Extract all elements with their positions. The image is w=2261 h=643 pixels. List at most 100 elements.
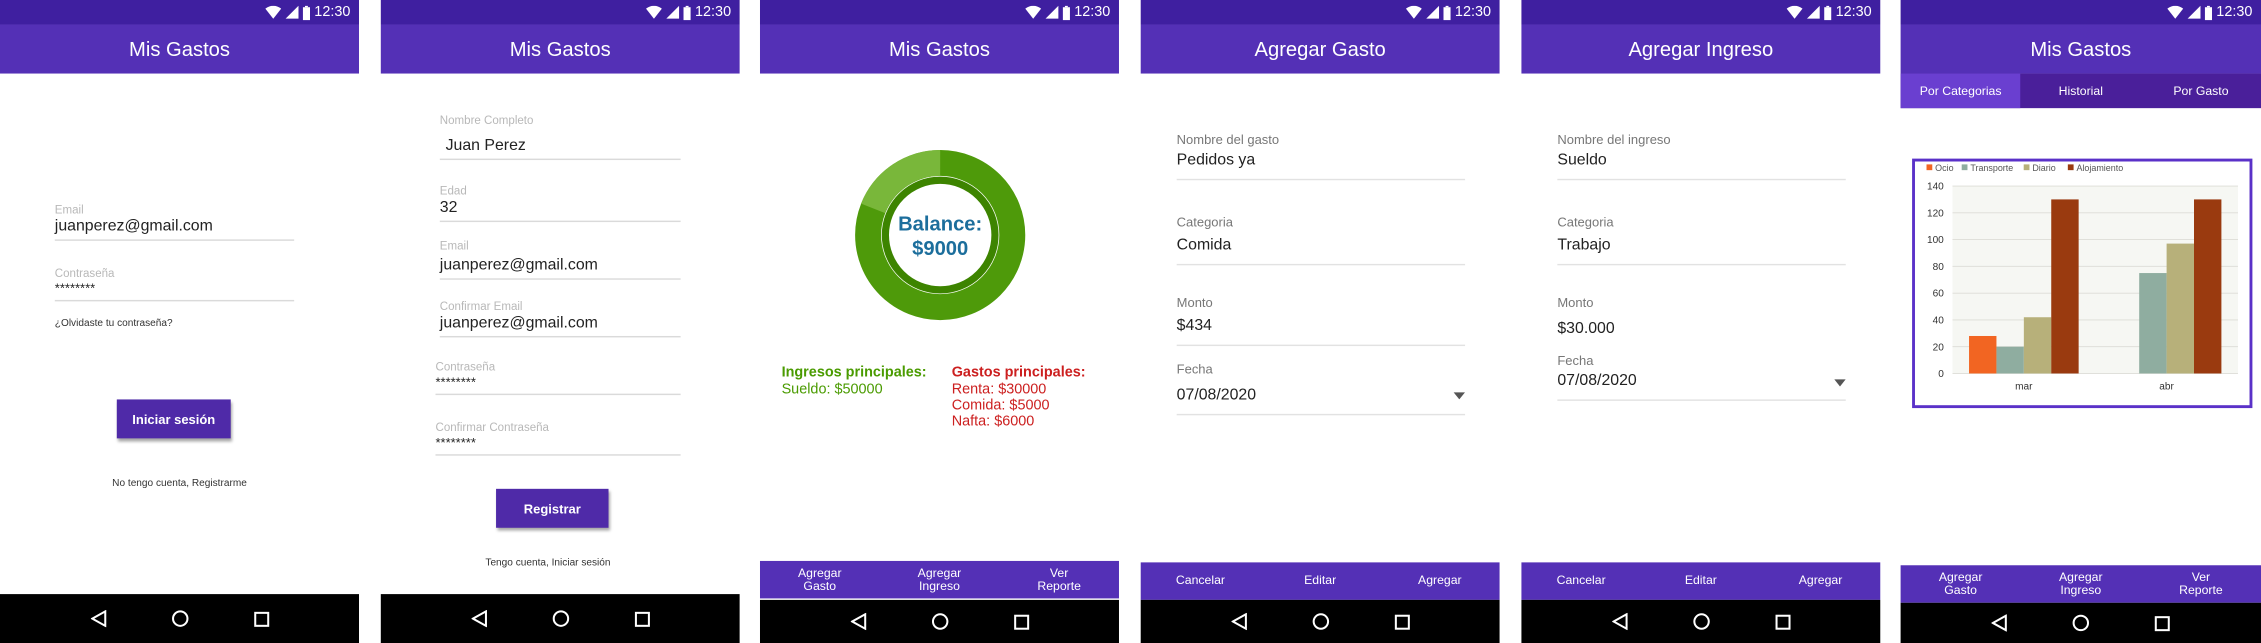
app-bar-title: Agregar Ingreso xyxy=(1521,24,1881,74)
income-name-field[interactable]: Nombre del ingreso Sueldo xyxy=(1557,133,1846,181)
recents-icon[interactable] xyxy=(1013,614,1029,630)
dropdown-arrow-icon[interactable] xyxy=(1834,379,1846,387)
status-bar: 12:30 xyxy=(1521,0,1881,25)
y-tick-label: 140 xyxy=(1927,182,1944,193)
edit-button[interactable]: Editar xyxy=(1642,574,1760,588)
signal-icon xyxy=(1426,5,1440,19)
register-link[interactable]: No tengo cuenta, Registrarme xyxy=(0,479,359,489)
name-field[interactable]: Nombre Completo Juan Perez xyxy=(439,114,681,161)
legend-swatch xyxy=(2067,164,2074,171)
age-field[interactable]: Edad 32 xyxy=(439,185,681,223)
back-icon[interactable] xyxy=(90,609,106,628)
email-value[interactable]: juanperez@gmail.com xyxy=(440,257,681,274)
app-bar-title: Mis Gastos xyxy=(759,24,1119,74)
back-icon[interactable] xyxy=(850,612,866,631)
password-field[interactable]: Contraseña ******** xyxy=(54,267,295,302)
field-underline xyxy=(1176,344,1466,347)
date-value[interactable]: 07/08/2020 xyxy=(1177,386,1465,403)
register-button[interactable]: Registrar xyxy=(496,488,609,528)
cancel-button[interactable]: Cancelar xyxy=(1141,574,1259,588)
view-report-button[interactable]: Ver Reporte xyxy=(1000,565,1118,593)
legend-swatch xyxy=(2023,164,2030,171)
home-icon[interactable] xyxy=(2072,614,2090,632)
home-icon[interactable] xyxy=(1692,613,1710,630)
navigation-bar xyxy=(759,599,1119,643)
email-field[interactable]: Email juanperez@gmail.com xyxy=(439,239,681,280)
tab-por-gasto[interactable]: Por Gasto xyxy=(2141,74,2261,109)
recents-icon[interactable] xyxy=(1394,614,1410,630)
tab-por-categorias[interactable]: Por Categorias xyxy=(1900,73,2021,109)
age-value[interactable]: 32 xyxy=(440,199,681,216)
income-name-value[interactable]: Sueldo xyxy=(1557,151,1845,168)
expense-item: Comida: $5000 xyxy=(951,397,1050,414)
y-tick-label: 100 xyxy=(1927,235,1944,246)
amount-value[interactable]: $30.000 xyxy=(1557,320,1845,337)
expense-name-value[interactable]: Pedidos ya xyxy=(1177,151,1465,168)
donut-ring-light xyxy=(861,149,941,214)
app-bar-title: Agregar Gasto xyxy=(1140,24,1500,74)
password-field[interactable]: Contraseña ******** xyxy=(435,361,681,396)
add-expense-button[interactable]: Agregar Gasto xyxy=(1901,569,2020,597)
amount-field[interactable]: Monto $434 xyxy=(1176,296,1466,347)
status-bar: 12:30 xyxy=(380,0,740,25)
y-tick-label: 80 xyxy=(1933,262,1945,273)
expense-item: Nafta: $6000 xyxy=(951,413,1035,430)
amount-field[interactable]: Monto $30.000 xyxy=(1557,296,1845,338)
login-link[interactable]: Tengo cuenta, Iniciar sesión xyxy=(381,558,716,568)
recents-icon[interactable] xyxy=(2155,615,2171,631)
status-time: 12:30 xyxy=(1835,4,1872,21)
bar xyxy=(2051,199,2079,374)
recents-icon[interactable] xyxy=(253,611,269,627)
expense-name-field[interactable]: Nombre del gasto Pedidos ya xyxy=(1176,133,1466,181)
forgot-password-link[interactable]: ¿Olvidaste tu contraseña? xyxy=(55,319,173,329)
home-icon[interactable] xyxy=(551,610,569,627)
recents-icon[interactable] xyxy=(634,611,650,627)
category-value[interactable]: Comida xyxy=(1177,236,1465,253)
password-value[interactable]: ******** xyxy=(435,375,680,389)
back-icon[interactable] xyxy=(1990,614,2007,632)
confirm-password-underline xyxy=(435,454,681,456)
email-label: Email xyxy=(54,203,84,217)
signal-icon xyxy=(285,5,299,19)
home-icon[interactable] xyxy=(1311,613,1329,630)
add-income-button[interactable]: Agregar Ingreso xyxy=(880,565,998,593)
password-value[interactable]: ******** xyxy=(55,281,294,295)
edit-button[interactable]: Editar xyxy=(1261,574,1379,588)
home-icon[interactable] xyxy=(171,610,188,627)
name-value[interactable]: Juan Perez xyxy=(440,137,681,154)
field-underline xyxy=(1176,178,1466,181)
email-value[interactable]: juanperez@gmail.com xyxy=(55,218,294,235)
add-income-button[interactable]: Agregar Ingreso xyxy=(2021,569,2140,597)
add-button[interactable]: Agregar xyxy=(1761,574,1879,588)
add-expense-button[interactable]: Agregar Gasto xyxy=(761,565,879,593)
chart-frame: 0 20 40 60 80 100 120 140 Ocio Transporte Diario Al… xyxy=(1912,158,2253,409)
tab-historial[interactable]: Historial xyxy=(2021,74,2141,109)
login-button[interactable]: Iniciar sesión xyxy=(116,399,231,439)
confirm-email-value[interactable]: juanperez@gmail.com xyxy=(440,314,681,331)
date-select[interactable]: Fecha 07/08/2020 xyxy=(1557,353,1846,401)
amount-value[interactable]: $434 xyxy=(1177,317,1465,334)
date-select[interactable]: Fecha 07/08/2020 xyxy=(1176,362,1466,416)
recents-icon[interactable] xyxy=(1774,614,1790,630)
password-underline xyxy=(435,393,681,396)
category-field[interactable]: Categoria Trabajo xyxy=(1557,215,1846,266)
password-underline xyxy=(54,299,295,302)
home-icon[interactable] xyxy=(931,613,948,630)
confirm-password-value[interactable]: ******** xyxy=(435,435,680,449)
add-button[interactable]: Agregar xyxy=(1381,574,1499,588)
view-report-button[interactable]: Ver Reporte xyxy=(2141,569,2260,597)
confirm-password-field[interactable]: Confirmar Contraseña ******** xyxy=(435,421,681,456)
email-field[interactable]: Email juanperez@gmail.com xyxy=(54,203,295,241)
bar xyxy=(2166,243,2195,374)
back-icon[interactable] xyxy=(1611,612,1627,631)
navigation-bar xyxy=(0,594,360,643)
wifi-icon xyxy=(645,5,662,19)
back-icon[interactable] xyxy=(470,609,487,628)
date-value[interactable]: 07/08/2020 xyxy=(1557,372,1845,389)
category-value[interactable]: Trabajo xyxy=(1557,236,1845,253)
cancel-button[interactable]: Cancelar xyxy=(1522,574,1640,588)
back-icon[interactable] xyxy=(1230,612,1247,631)
confirm-email-field[interactable]: Confirmar Email juanperez@gmail.com xyxy=(439,300,681,338)
dropdown-arrow-icon[interactable] xyxy=(1453,392,1466,400)
category-field[interactable]: Categoria Comida xyxy=(1176,215,1466,266)
